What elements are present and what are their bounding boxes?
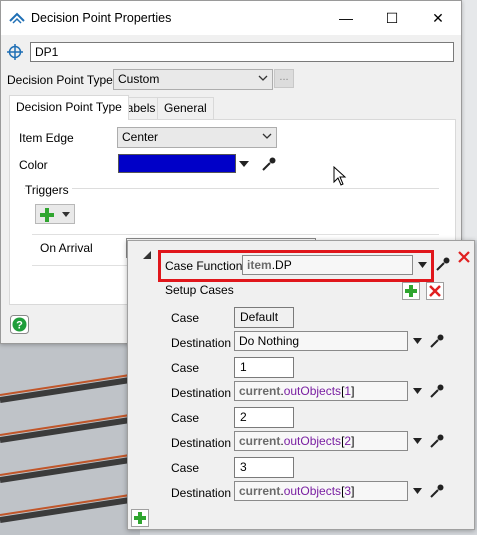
eyedropper-icon[interactable] [435,256,451,272]
chevron-down-icon [62,212,70,217]
case-value[interactable]: Default [234,307,294,328]
case-label: Case [171,411,200,425]
eyedropper-icon[interactable] [429,333,445,349]
destination-field[interactable]: current.outObjects[1] [234,381,408,401]
help-icon[interactable]: ? [10,315,29,334]
item-edge-label: Item Edge [19,131,74,145]
destination-dropdown-icon[interactable] [413,438,422,445]
code-object: current [239,484,281,498]
minimize-button[interactable]: — [323,1,369,35]
eyedropper-icon[interactable] [429,383,445,399]
code-object: current [239,384,281,398]
destination-dropdown-icon[interactable] [413,338,422,345]
add-case-icon[interactable] [402,282,420,300]
eyedropper-icon[interactable] [429,483,445,499]
color-swatch[interactable] [118,154,236,173]
more-button[interactable]: ... [274,69,294,88]
code-bracket: ] [351,384,355,398]
destination-field[interactable]: Do Nothing [234,331,408,351]
code-object: item [247,258,272,272]
case-function-popup: Case Function item.DP Setup Cases Case D… [127,240,475,530]
destination-field[interactable]: current.outObjects[2] [234,431,408,451]
code-property: outObjects [283,484,342,498]
remove-icon[interactable] [457,250,471,264]
object-name-input[interactable]: DP1 [30,42,454,62]
decision-point-type-label: Decision Point Type [7,73,113,87]
destination-label: Destination [171,436,232,450]
destination-label: Destination [171,386,232,400]
destination-dropdown-icon[interactable] [413,488,422,495]
destination-label: Destination [171,486,232,500]
code-property: DP [275,258,292,272]
destination-field[interactable]: current.outObjects[3] [234,481,408,501]
case-value[interactable]: 3 [234,457,294,478]
color-dropdown-arrow-icon[interactable] [239,160,249,168]
svg-text:?: ? [16,320,23,332]
window-title: Decision Point Properties [31,11,172,25]
triggers-label: Triggers [25,183,72,197]
code-object: current [239,434,281,448]
setup-cases-label: Setup Cases [165,283,234,297]
destination-dropdown-icon[interactable] [413,388,422,395]
case-function-field[interactable]: item.DP [242,255,413,275]
case-function-dropdown-icon[interactable] [418,262,427,269]
mouse-cursor-icon [333,166,347,186]
code-property: outObjects [283,434,342,448]
color-label: Color [19,158,48,172]
tab-general[interactable]: General [157,97,214,120]
case-label: Case [171,461,200,475]
decision-point-icon [9,12,25,24]
add-plus-icon [40,208,54,222]
decision-point-type-value: Custom [118,72,160,86]
code-bracket: ] [351,484,355,498]
destination-label: Destination [171,336,232,350]
code-bracket: ] [351,434,355,448]
case-label: Case [171,361,200,375]
decision-point-type-select[interactable]: Custom [113,69,273,90]
case-function-panel: Case Function item.DP Setup Cases Case D… [156,245,462,503]
item-edge-value: Center [122,130,159,144]
title-bar: Decision Point Properties — ☐ ✕ [1,1,461,35]
chevron-down-icon [258,75,268,81]
on-arrival-label: On Arrival [40,241,93,255]
collapse-triangle-icon[interactable] [143,251,151,259]
case-value[interactable]: 2 [234,407,294,428]
item-edge-select[interactable]: Center [117,127,277,148]
maximize-button[interactable]: ☐ [369,1,415,35]
eyedropper-icon[interactable] [261,156,277,172]
chevron-down-icon [262,133,272,139]
add-icon[interactable] [131,509,149,527]
case-label: Case [171,311,200,325]
tab-decision-point-type[interactable]: Decision Point Type [9,95,129,120]
add-trigger-button[interactable] [35,204,75,224]
code-property: outObjects [283,384,342,398]
eyedropper-icon[interactable] [429,433,445,449]
sampler-crosshair-icon[interactable] [7,44,23,60]
remove-case-icon[interactable] [426,282,444,300]
case-value[interactable]: 1 [234,357,294,378]
destination-text: Do Nothing [239,334,300,348]
close-button[interactable]: ✕ [415,1,461,35]
case-function-label: Case Function [165,259,243,273]
